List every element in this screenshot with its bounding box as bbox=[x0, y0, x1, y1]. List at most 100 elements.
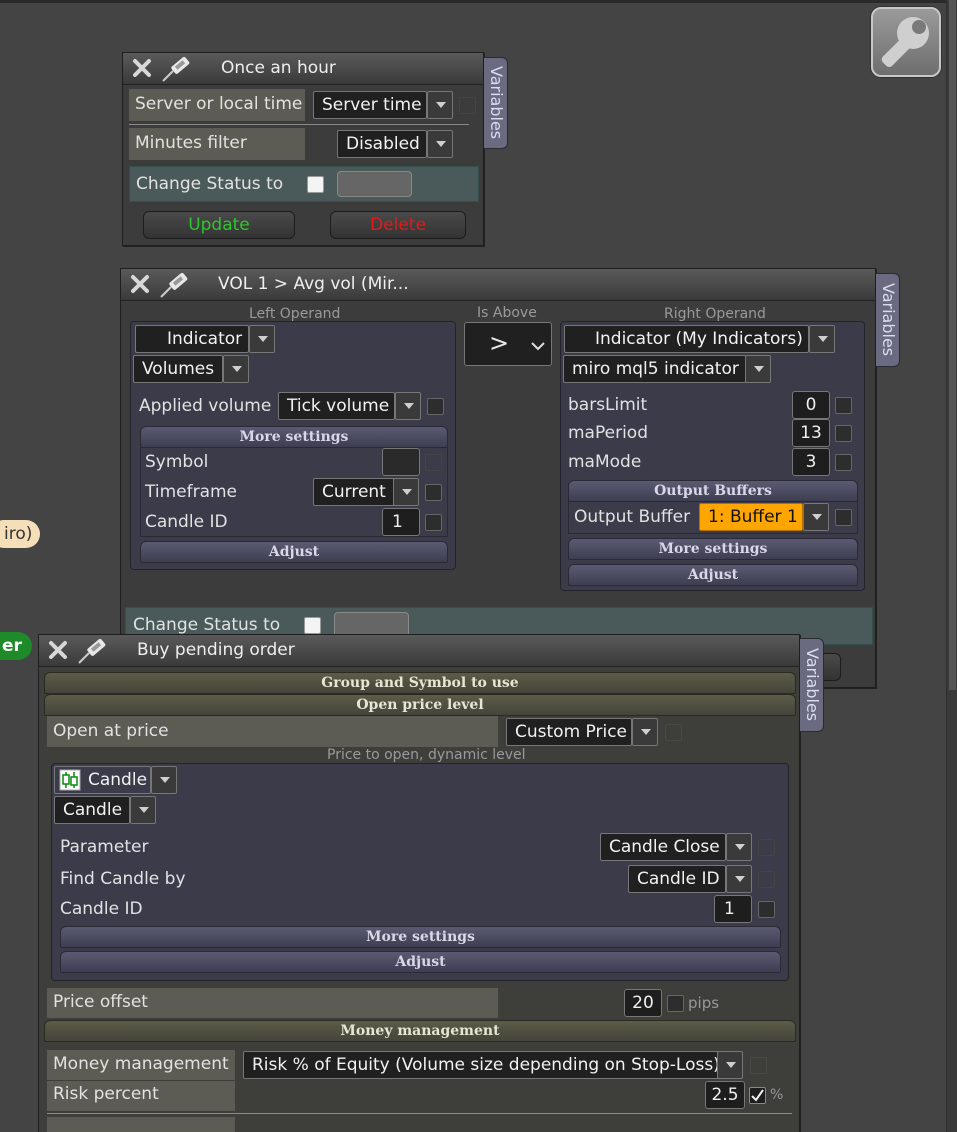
pin-icon[interactable] bbox=[157, 271, 191, 299]
chevron-down-icon[interactable] bbox=[809, 325, 835, 353]
node-fragment-badge[interactable]: er bbox=[0, 632, 32, 660]
chevron-down-icon[interactable] bbox=[223, 355, 249, 383]
parameter-label: Parameter bbox=[60, 837, 149, 857]
param-input[interactable]: 0 bbox=[792, 391, 830, 419]
chevron-down-icon[interactable] bbox=[726, 833, 752, 861]
chevron-down-icon[interactable] bbox=[249, 325, 275, 353]
vertical-scrollbar[interactable] bbox=[946, 0, 957, 1132]
timeframe-dropdown[interactable]: Current bbox=[313, 478, 395, 506]
risk-percent-input[interactable]: 2.5 bbox=[705, 1081, 745, 1109]
param-label: barsLimit bbox=[568, 395, 648, 415]
chevron-down-icon[interactable] bbox=[130, 796, 156, 824]
scrollbar-thumb[interactable] bbox=[949, 0, 956, 690]
right-operand-caption: Right Operand bbox=[664, 306, 766, 322]
chevron-down-icon[interactable] bbox=[726, 865, 752, 893]
param-checkbox[interactable] bbox=[835, 454, 852, 471]
change-status-checkbox[interactable] bbox=[304, 617, 321, 634]
candle-id-checkbox[interactable] bbox=[425, 514, 442, 531]
node-fragment-label[interactable]: iro) bbox=[0, 520, 41, 548]
variables-tab[interactable]: Variables bbox=[800, 638, 824, 732]
parameter-checkbox[interactable] bbox=[758, 839, 775, 856]
settings-button[interactable] bbox=[871, 7, 941, 77]
symbol-checkbox[interactable] bbox=[425, 454, 442, 471]
price-offset-input[interactable]: 20 bbox=[624, 989, 662, 1017]
left-adjust-bar[interactable]: Adjust bbox=[140, 541, 448, 563]
pin-icon[interactable] bbox=[75, 637, 109, 665]
price-offset-label: Price offset bbox=[53, 992, 148, 1012]
left-source-dropdown[interactable]: Indicator bbox=[135, 325, 249, 353]
chevron-down-icon[interactable] bbox=[803, 503, 829, 531]
left-indicator-dropdown[interactable]: Volumes bbox=[133, 355, 223, 383]
right-more-settings-bar[interactable]: More settings bbox=[568, 538, 858, 560]
change-status-label: Change Status to bbox=[133, 615, 281, 635]
symbol-input[interactable] bbox=[382, 448, 420, 476]
update-button[interactable]: Update bbox=[143, 211, 295, 239]
find-candle-dropdown[interactable]: Candle ID bbox=[628, 865, 726, 893]
chevron-down-icon[interactable] bbox=[632, 718, 658, 746]
applied-volume-dropdown[interactable]: Tick volume bbox=[278, 392, 395, 420]
close-icon[interactable] bbox=[129, 273, 151, 295]
risk-percent-checkbox[interactable] bbox=[749, 1087, 766, 1104]
panel-header[interactable]: Once an hour bbox=[123, 53, 483, 85]
open-at-price-dropdown[interactable]: Custom Price bbox=[506, 718, 632, 746]
chevron-down-icon[interactable] bbox=[427, 130, 453, 158]
left-more-settings-bar[interactable]: More settings bbox=[140, 426, 448, 448]
open-price-level-bar[interactable]: Open price level bbox=[44, 694, 796, 716]
chevron-down-icon[interactable] bbox=[745, 355, 771, 383]
risk-percent-label: Risk percent bbox=[53, 1084, 159, 1104]
server-local-dropdown[interactable]: Server time bbox=[313, 91, 427, 119]
output-buffer-checkbox[interactable] bbox=[835, 509, 852, 526]
checkmark-icon bbox=[751, 1089, 764, 1102]
right-adjust-bar[interactable]: Adjust bbox=[568, 564, 858, 586]
output-buffer-label: Output Buffer bbox=[574, 507, 691, 527]
close-icon[interactable] bbox=[47, 639, 69, 661]
applied-volume-checkbox[interactable] bbox=[427, 398, 444, 415]
timeframe-checkbox[interactable] bbox=[425, 484, 442, 501]
minutes-filter-dropdown[interactable]: Disabled bbox=[337, 130, 427, 158]
panel-header[interactable]: VOL 1 > Avg vol (Mir... bbox=[121, 269, 875, 301]
right-indicator-dropdown[interactable]: miro mql5 indicator bbox=[563, 355, 746, 383]
chevron-down-icon[interactable] bbox=[151, 766, 177, 794]
server-local-checkbox[interactable] bbox=[459, 97, 476, 114]
chevron-down-icon[interactable] bbox=[393, 478, 419, 506]
param-checkbox[interactable] bbox=[835, 425, 852, 442]
change-status-checkbox[interactable] bbox=[307, 176, 324, 193]
chevron-down-icon[interactable] bbox=[717, 1051, 743, 1079]
variables-tab[interactable]: Variables bbox=[484, 57, 508, 149]
timeframe-label: Timeframe bbox=[145, 482, 238, 502]
panel-title: VOL 1 > Avg vol (Mir... bbox=[218, 274, 409, 294]
chevron-down-icon[interactable] bbox=[395, 392, 421, 420]
open-at-price-checkbox[interactable] bbox=[665, 724, 682, 741]
candle-id-input[interactable]: 1 bbox=[382, 508, 420, 536]
output-buffer-dropdown[interactable]: 1: Buffer 1 bbox=[699, 503, 803, 531]
chevron-down-icon[interactable] bbox=[427, 91, 453, 119]
price-offset-checkbox[interactable] bbox=[667, 995, 684, 1012]
money-management-checkbox[interactable] bbox=[750, 1057, 767, 1074]
panel-header[interactable]: Buy pending order bbox=[39, 635, 799, 667]
money-management-bar[interactable]: Money management bbox=[44, 1020, 796, 1042]
variables-tab[interactable]: Variables bbox=[876, 273, 900, 367]
buy-pending-order-panel: Buy pending order Group and Symbol to us… bbox=[38, 634, 800, 1132]
param-input[interactable]: 13 bbox=[792, 419, 830, 447]
risk-percent-unit: % bbox=[770, 1087, 784, 1103]
candle-id-checkbox[interactable] bbox=[758, 901, 775, 918]
right-source-dropdown[interactable]: Indicator (My Indicators) bbox=[564, 325, 809, 353]
close-icon[interactable] bbox=[131, 57, 153, 79]
output-buffers-bar[interactable]: Output Buffers bbox=[568, 480, 858, 502]
operator-dropdown[interactable]: > bbox=[464, 322, 552, 366]
change-status-color-box[interactable] bbox=[337, 171, 412, 197]
money-management-dropdown[interactable]: Risk % of Equity (Volume size depending … bbox=[243, 1051, 720, 1079]
find-candle-checkbox[interactable] bbox=[758, 871, 775, 888]
candle-id-input[interactable]: 1 bbox=[714, 895, 752, 923]
more-settings-bar[interactable]: More settings bbox=[60, 926, 781, 948]
group-symbol-bar[interactable]: Group and Symbol to use bbox=[44, 672, 796, 694]
adjust-bar[interactable]: Adjust bbox=[60, 951, 781, 973]
price-source-sub-dropdown[interactable]: Candle bbox=[54, 796, 130, 824]
param-input[interactable]: 3 bbox=[792, 448, 830, 476]
price-source-dropdown[interactable]: Candle bbox=[54, 766, 151, 794]
parameter-dropdown[interactable]: Candle Close bbox=[600, 833, 726, 861]
window-top-edge bbox=[0, 0, 957, 3]
pin-icon[interactable] bbox=[159, 55, 193, 83]
param-checkbox[interactable] bbox=[835, 397, 852, 414]
delete-button[interactable]: Delete bbox=[330, 211, 466, 239]
